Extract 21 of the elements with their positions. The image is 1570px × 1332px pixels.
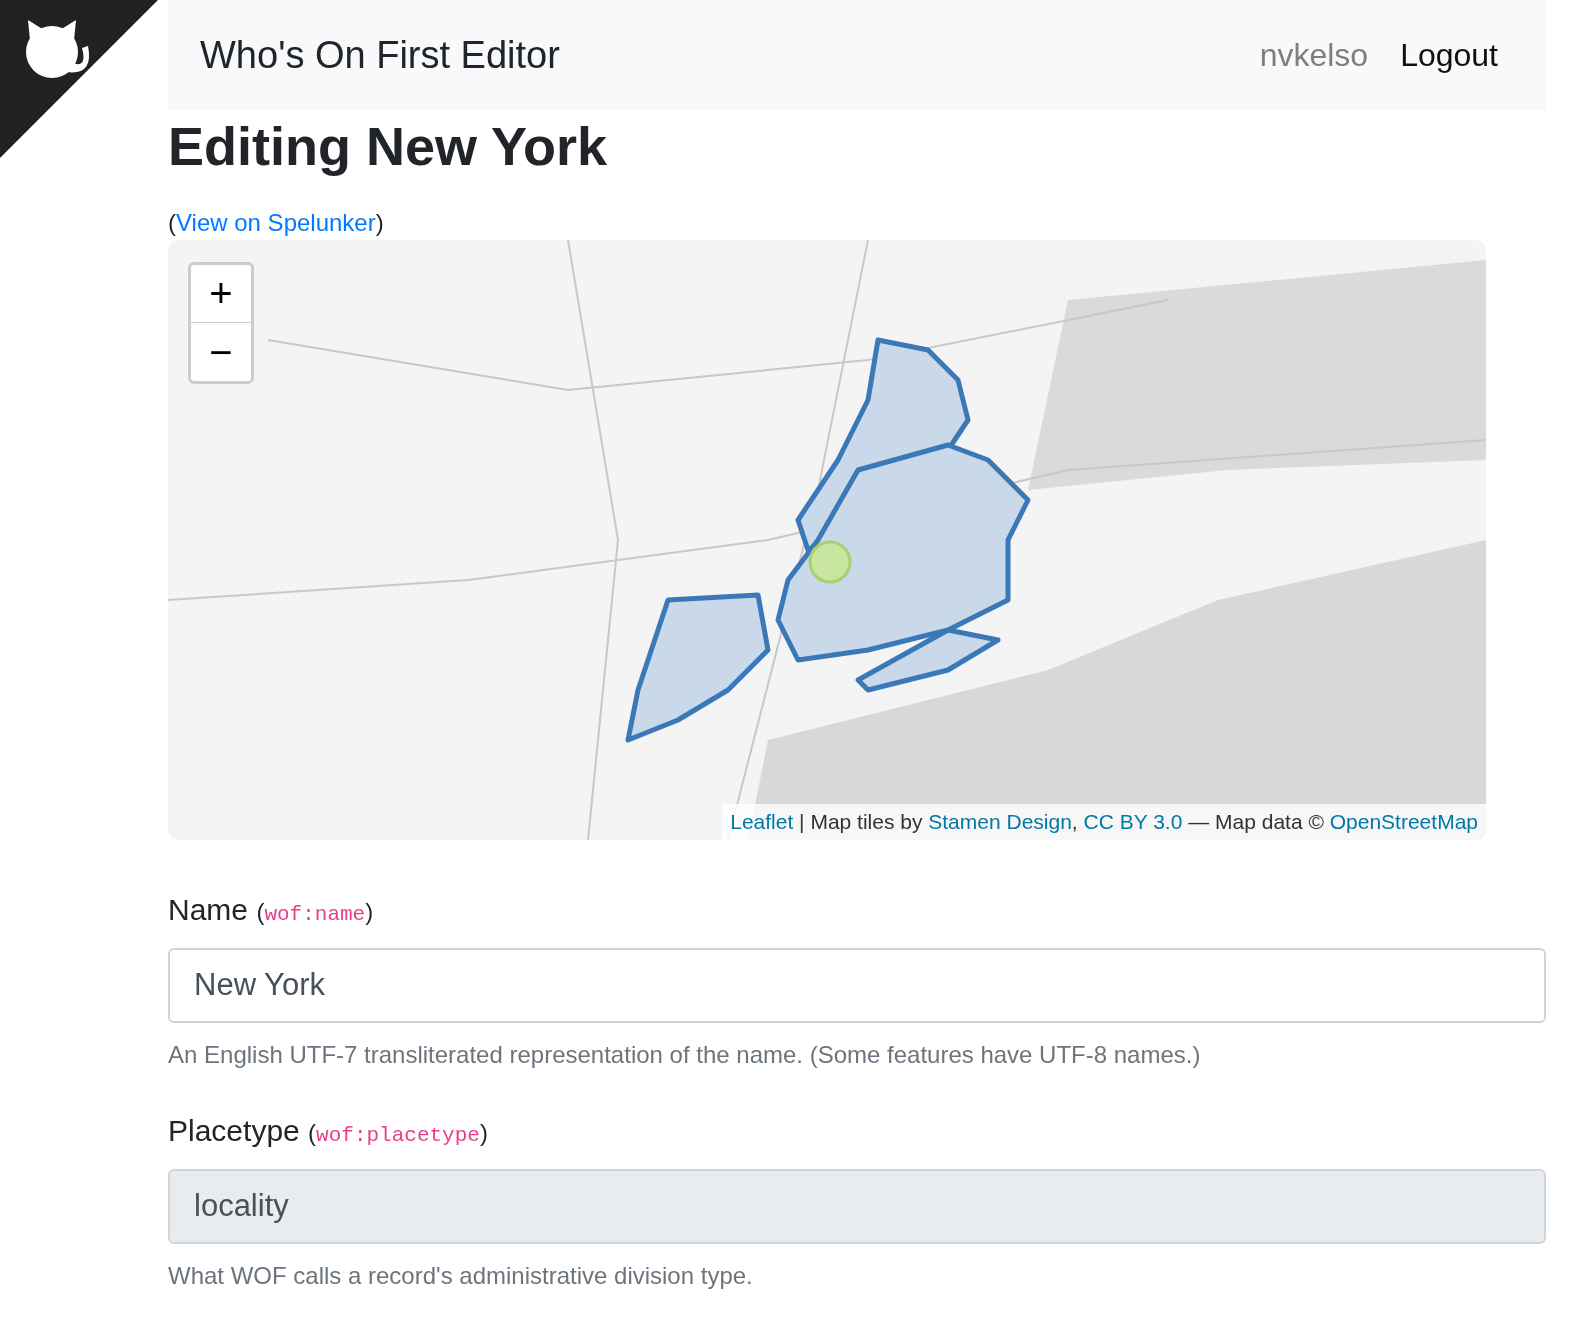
user-link[interactable]: nvkelso (1259, 31, 1369, 79)
field-label: Placetype (wof:placetype) (168, 1113, 489, 1149)
spelunker-line: (View on Spelunker) (168, 207, 385, 238)
field-help: An English UTF-7 transliterated representation of the name. (Some features have UTF-8 names.) (168, 1040, 1202, 1070)
zoom-in-button[interactable]: + (191, 265, 251, 323)
map-attribution: Leaflet | Map tiles by Stamen Design, CC BY 3.0 — Map data © OpenStreetMap (722, 804, 1486, 840)
spelunker-link[interactable]: View on Spelunker (176, 208, 376, 236)
field-label: Name (wof:name) (168, 892, 375, 928)
field-key: wof:placetype (316, 1124, 480, 1147)
attribution-link[interactable]: CC BY 3.0 (1083, 810, 1183, 834)
attribution-link[interactable]: OpenStreetMap (1329, 810, 1478, 834)
cat-corner-icon[interactable] (0, 0, 158, 158)
page-heading: Editing New York (168, 115, 609, 178)
attribution-link[interactable]: Leaflet (730, 810, 794, 834)
logout-link[interactable]: Logout (1400, 31, 1498, 79)
field-key: wof:name (264, 903, 366, 926)
attribution-link[interactable]: Stamen Design (928, 810, 1072, 834)
field-help: What WOF calls a record's administrative division type. (168, 1261, 754, 1291)
app-title[interactable]: Who's On First Editor (200, 26, 560, 84)
zoom-out-button[interactable]: − (191, 323, 251, 381)
text-field[interactable]: New York (168, 948, 1546, 1023)
